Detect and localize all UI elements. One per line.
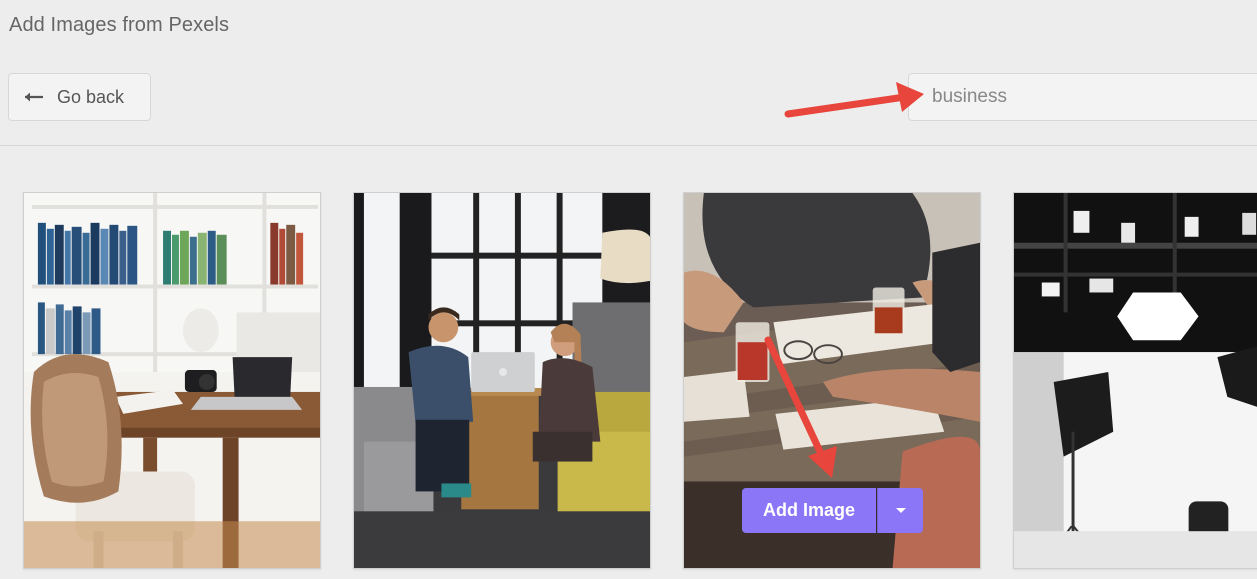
- header-divider: [0, 145, 1257, 146]
- studio-photo: [1014, 193, 1257, 568]
- add-image-dropdown-button[interactable]: [877, 488, 923, 533]
- caret-down-icon: [895, 502, 907, 520]
- page-title: Add Images from Pexels: [9, 14, 230, 36]
- arrow-left-icon: [24, 91, 44, 103]
- search-input[interactable]: [908, 73, 1257, 121]
- add-image-split-button: Add Image: [742, 488, 923, 533]
- arrow-to-search: [784, 82, 924, 118]
- image-card-office[interactable]: [23, 192, 321, 569]
- add-image-button[interactable]: Add Image: [742, 488, 876, 533]
- image-card-meeting[interactable]: [353, 192, 651, 569]
- image-card-studio[interactable]: [1013, 192, 1257, 569]
- go-back-button[interactable]: Go back: [8, 73, 151, 121]
- office-photo: [24, 193, 320, 568]
- go-back-label: Go back: [57, 86, 125, 107]
- meeting-photo: [354, 193, 650, 568]
